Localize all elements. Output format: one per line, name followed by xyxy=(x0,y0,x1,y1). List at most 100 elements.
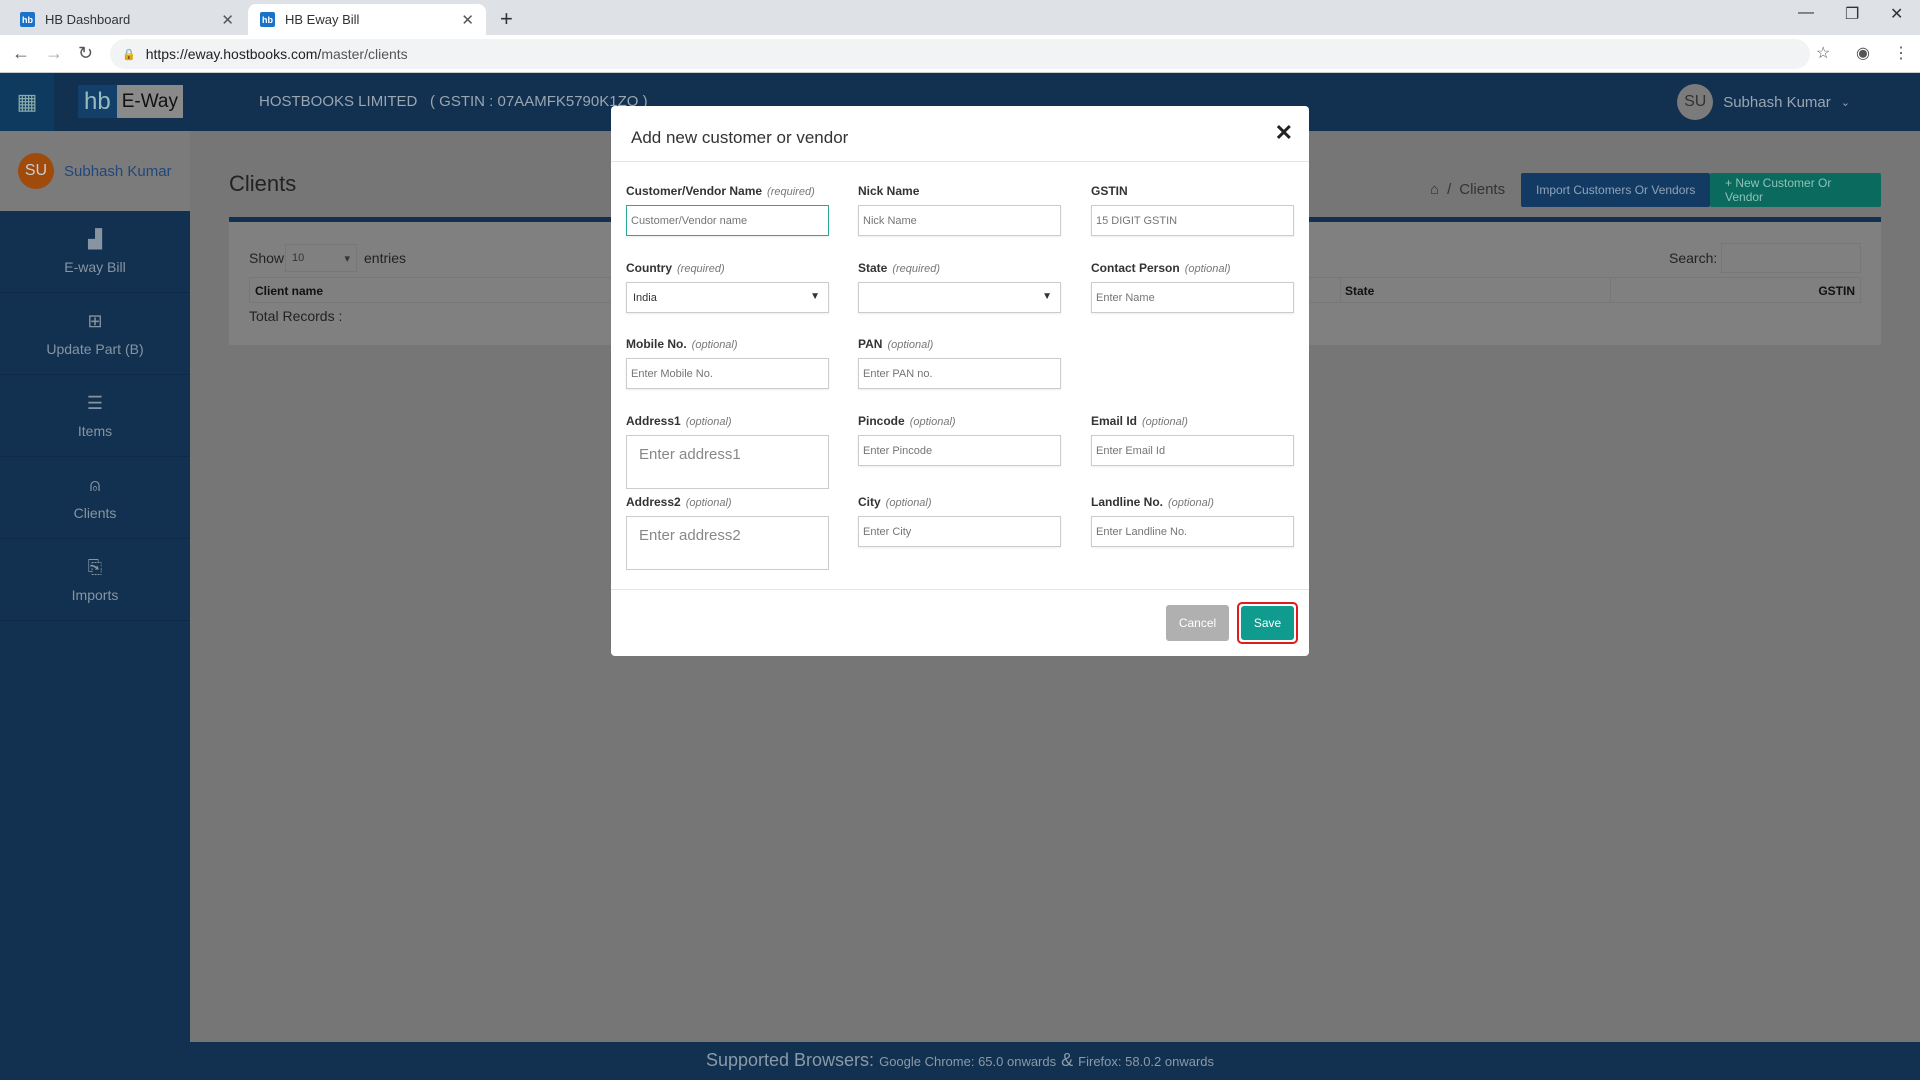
footer-label: Supported Browsers: xyxy=(705,1050,875,1070)
email-input[interactable] xyxy=(1091,435,1294,466)
page-title: Clients xyxy=(229,171,297,196)
logo[interactable]: hb E-Way xyxy=(78,85,183,118)
total-records: Total Records : xyxy=(249,308,343,324)
apps-grid-icon[interactable]: ▦ xyxy=(0,73,54,131)
contact-label: Contact Person (optional) xyxy=(1091,261,1231,275)
url-bar[interactable]: 🔒 https://eway.hostbooks.com/master/clie… xyxy=(110,39,1810,69)
nick-label: Nick Name xyxy=(858,184,920,198)
profile-name: Subhash Kumar xyxy=(64,162,172,180)
state-select[interactable]: ▼ xyxy=(858,282,1061,313)
account-icon[interactable]: ◉ xyxy=(1856,43,1870,63)
hb-favicon-icon: hb xyxy=(20,12,35,27)
address2-label: Address2 (optional) xyxy=(626,495,732,509)
search-label: Search: xyxy=(1669,250,1718,266)
city-label: City (optional) xyxy=(858,495,932,509)
footer-chrome: Google Chrome: 65.0 onwards xyxy=(879,1054,1057,1069)
city-input[interactable] xyxy=(858,516,1061,547)
address2-textarea[interactable]: Enter address2 xyxy=(626,516,829,570)
bookmark-star-icon[interactable]: ☆ xyxy=(1816,43,1830,63)
grid-icon: ⊞ xyxy=(87,311,103,331)
pincode-input[interactable] xyxy=(858,435,1061,466)
back-icon[interactable]: ← xyxy=(12,43,30,64)
sidebar-item-eway-bill[interactable]: ▟ E-way Bill xyxy=(0,211,190,293)
avatar: SU xyxy=(18,153,54,189)
sidebar-item-update-part-b[interactable]: ⊞ Update Part (B) xyxy=(0,293,190,375)
breadcrumb: ⌂ / Clients xyxy=(1430,181,1505,198)
reload-icon[interactable]: ↻ xyxy=(78,43,93,64)
column-client-name[interactable]: Client name xyxy=(255,284,323,298)
tab-hb-eway-bill[interactable]: hb HB Eway Bill ✕ xyxy=(248,4,486,35)
close-tab-icon[interactable]: ✕ xyxy=(461,11,474,29)
column-state[interactable]: State xyxy=(1345,284,1374,298)
sidebar-item-clients[interactable]: ⍝ Clients xyxy=(0,457,190,539)
sidebar-profile[interactable]: SU Subhash Kumar xyxy=(0,131,190,211)
mobile-input[interactable] xyxy=(626,358,829,389)
home-icon[interactable]: ⌂ xyxy=(1430,181,1439,198)
breadcrumb-current: Clients xyxy=(1459,181,1506,198)
add-customer-modal: Add new customer or vendor ✕ Customer/Ve… xyxy=(611,106,1309,656)
minimize-icon[interactable]: — xyxy=(1798,4,1814,22)
entries-select[interactable]: 10 ▾ xyxy=(285,244,357,272)
gstin-label: GSTIN xyxy=(1091,184,1128,198)
logo-hb: hb xyxy=(78,85,117,118)
modal-footer-divider xyxy=(611,589,1309,590)
restore-icon[interactable]: ❐ xyxy=(1845,4,1859,24)
footer: Supported Browsers: Google Chrome: 65.0 … xyxy=(0,1042,1920,1080)
search-input[interactable] xyxy=(1721,243,1861,273)
state-label: State (required) xyxy=(858,261,941,275)
new-customer-button[interactable]: + New Customer Or Vendor xyxy=(1710,173,1881,207)
avatar: SU xyxy=(1677,84,1714,120)
contact-person-input[interactable] xyxy=(1091,282,1294,313)
sidebar-item-label: Clients xyxy=(73,505,117,521)
save-button[interactable]: Save xyxy=(1241,606,1294,640)
country-value: India xyxy=(633,292,657,304)
bar-chart-icon: ▟ xyxy=(88,229,102,249)
user-menu[interactable]: SU Subhash Kumar ⌄ xyxy=(1677,84,1850,120)
gstin-input[interactable] xyxy=(1091,205,1294,236)
url-path: master/clients xyxy=(321,46,408,62)
country-label: Country (required) xyxy=(626,261,725,275)
tab-title: HB Eway Bill xyxy=(285,12,360,27)
sidebar-item-label: Update Part (B) xyxy=(46,341,144,357)
column-divider xyxy=(1340,278,1341,302)
hb-favicon-icon: hb xyxy=(260,12,275,27)
sidebar-item-label: Imports xyxy=(71,587,119,603)
sidebar-item-items[interactable]: ☰ Items xyxy=(0,375,190,457)
menu-icon[interactable]: ⋮ xyxy=(1893,43,1909,63)
browser-tab-bar: hb HB Dashboard ✕ hb HB Eway Bill ✕ + — … xyxy=(0,0,1920,35)
new-tab-icon[interactable]: + xyxy=(500,6,513,32)
landline-input[interactable] xyxy=(1091,516,1294,547)
cancel-button[interactable]: Cancel xyxy=(1166,605,1229,641)
user-icon: ⍝ xyxy=(89,475,101,495)
url-host: https://eway.hostbooks.com/ xyxy=(145,46,322,62)
entries-label: entries xyxy=(364,250,407,266)
close-window-icon[interactable]: ✕ xyxy=(1890,4,1903,24)
country-select[interactable]: India ▼ xyxy=(626,282,829,313)
sidebar-item-label: Items xyxy=(77,423,113,439)
name-label: Customer/Vendor Name (required) xyxy=(626,184,815,198)
nick-name-input[interactable] xyxy=(858,205,1061,236)
mobile-label: Mobile No. (optional) xyxy=(626,337,738,351)
forward-icon[interactable]: → xyxy=(45,43,63,64)
pincode-label: Pincode (optional) xyxy=(858,414,956,428)
address-bar-row: ← → ↻ 🔒 https://eway.hostbooks.com/maste… xyxy=(0,35,1920,73)
close-tab-icon[interactable]: ✕ xyxy=(221,11,234,29)
list-icon: ☰ xyxy=(86,393,104,413)
pan-input[interactable] xyxy=(858,358,1061,389)
landline-label: Landline No. (optional) xyxy=(1091,495,1214,509)
close-icon[interactable]: ✕ xyxy=(1275,120,1293,146)
footer-firefox: Firefox: 58.0.2 onwards xyxy=(1078,1054,1215,1069)
dropdown-arrow-icon: ▼ xyxy=(810,291,820,302)
column-gstin[interactable]: GSTIN xyxy=(1818,284,1855,298)
email-label: Email Id (optional) xyxy=(1091,414,1188,428)
sidebar-item-imports[interactable]: ⎘ Imports xyxy=(0,539,190,621)
import-customers-button[interactable]: Import Customers Or Vendors xyxy=(1521,173,1711,207)
sidebar: SU Subhash Kumar ▟ E-way Bill ⊞ Update Par… xyxy=(0,131,190,1042)
modal-title: Add new customer or vendor xyxy=(631,128,849,147)
lock-icon: 🔒 xyxy=(122,48,136,61)
dropdown-arrow-icon: ▾ xyxy=(344,253,350,265)
bookmark-icon: ⎘ xyxy=(87,557,103,577)
customer-name-input[interactable] xyxy=(626,205,829,236)
tab-hb-dashboard[interactable]: hb HB Dashboard ✕ xyxy=(8,4,246,35)
address1-textarea[interactable]: Enter address1 xyxy=(626,435,829,489)
